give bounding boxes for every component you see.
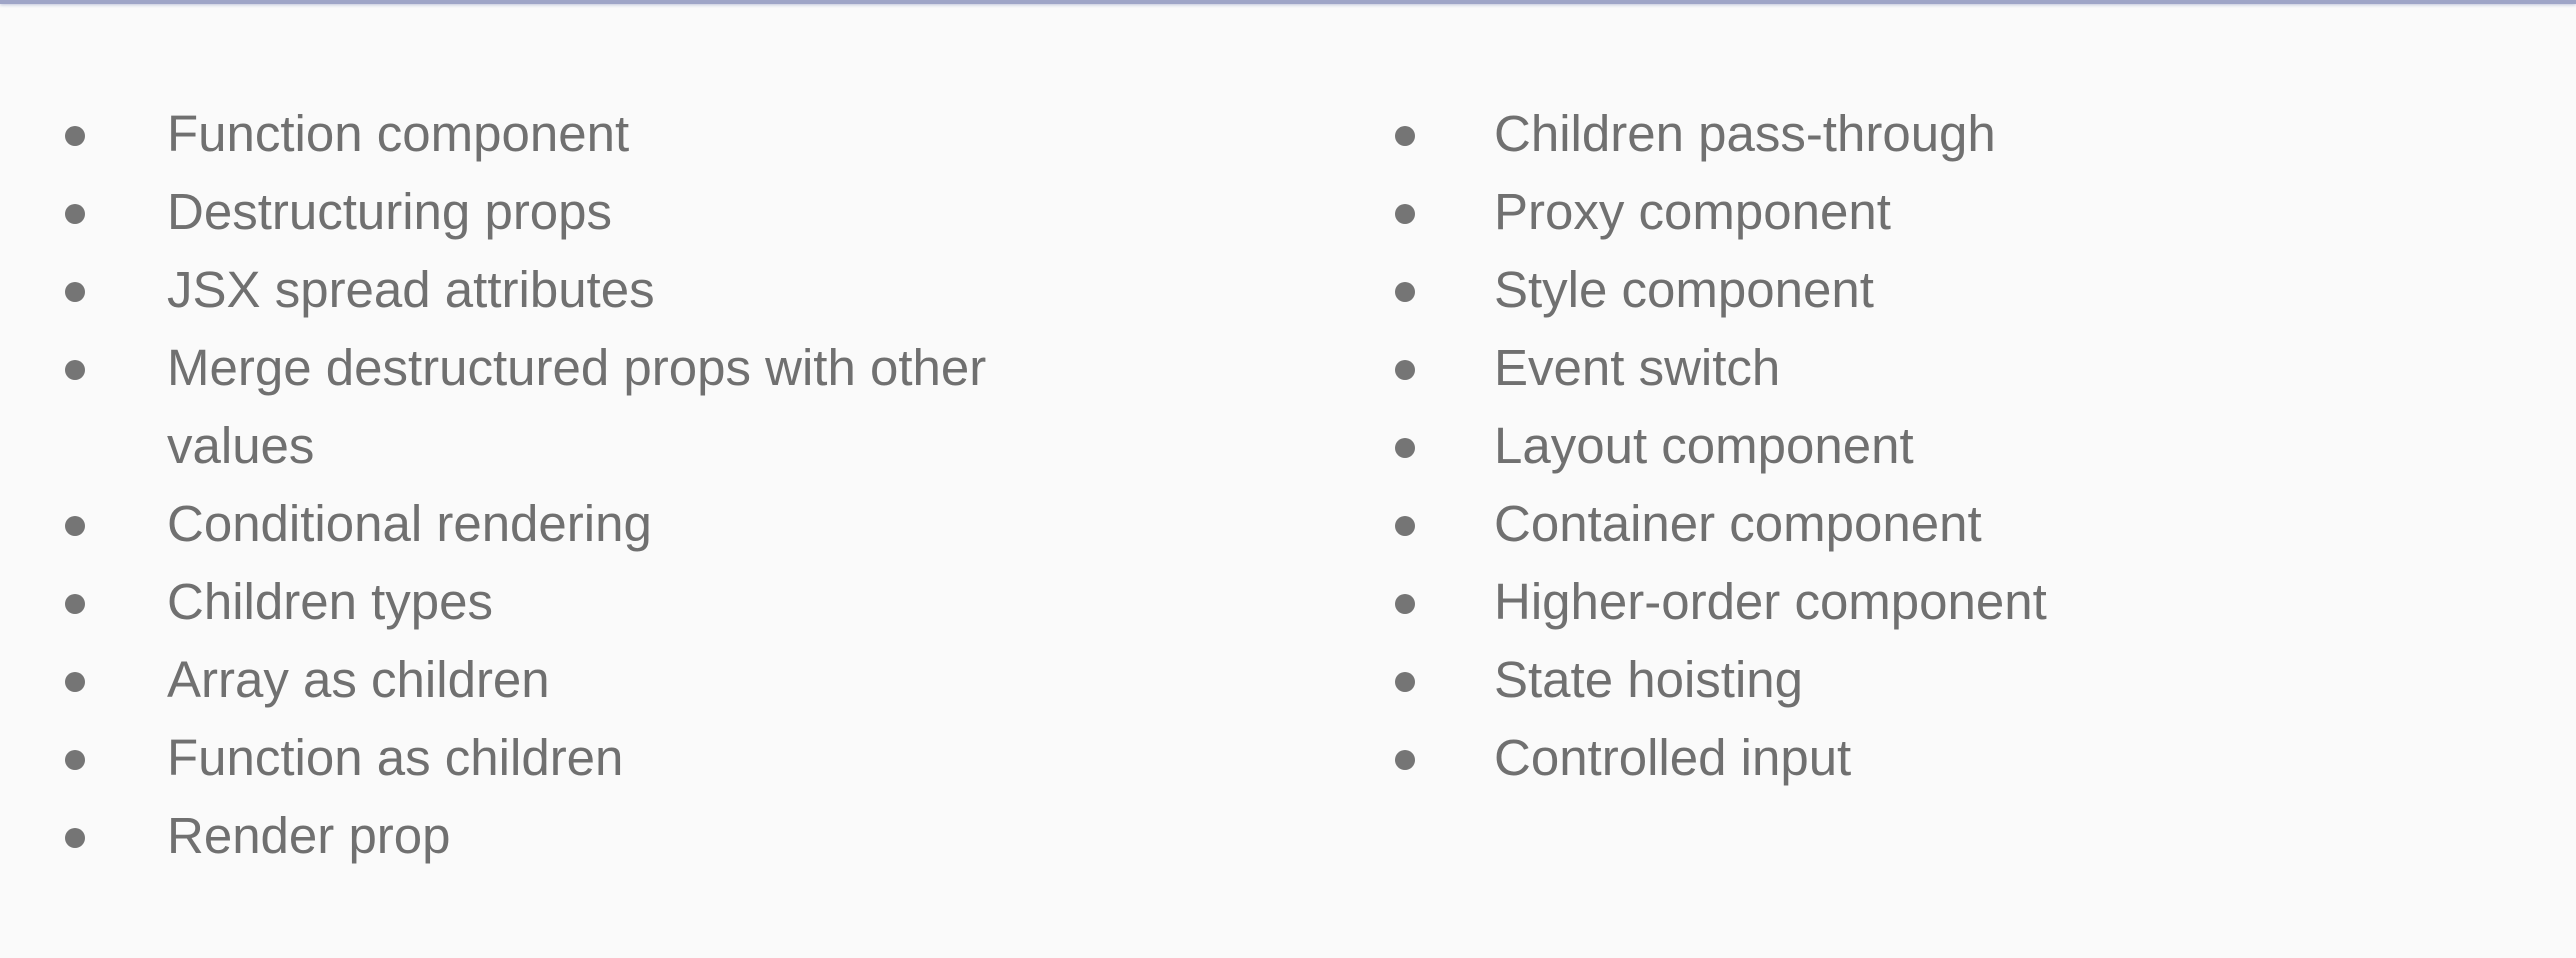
list-item: Event switch xyxy=(1327,329,2527,407)
list-item-label: Higher-order component xyxy=(1494,573,2047,630)
list-item-label: Function component xyxy=(167,105,630,162)
bullet-icon xyxy=(65,204,85,224)
list-item: JSX spread attributes xyxy=(0,251,1270,329)
list-item-label: Array as children xyxy=(167,651,550,708)
list-item: Controlled input xyxy=(1327,719,2527,797)
left-column-list: Function component Destructuring props J… xyxy=(0,95,1270,875)
bullet-icon xyxy=(65,828,85,848)
list-item: Style component xyxy=(1327,251,2527,329)
list-item-label: Controlled input xyxy=(1494,729,1852,786)
list-item: Function component xyxy=(0,95,1270,173)
bullet-icon xyxy=(1395,282,1415,302)
list-item-label: Layout component xyxy=(1494,417,1914,474)
bullet-icon xyxy=(1395,204,1415,224)
bullet-icon xyxy=(65,126,85,146)
topic-list: Function component Destructuring props J… xyxy=(0,95,2576,915)
list-item: State hoisting xyxy=(1327,641,2527,719)
list-item-label: Function as children xyxy=(167,729,624,786)
list-item: Higher-order component xyxy=(1327,563,2527,641)
list-item: Merge destructured props with other valu… xyxy=(0,329,1270,485)
list-item-label: Conditional rendering xyxy=(167,495,652,552)
list-item: Array as children xyxy=(0,641,1270,719)
bullet-icon xyxy=(1395,438,1415,458)
list-item: Destructuring props xyxy=(0,173,1270,251)
bullet-icon xyxy=(65,594,85,614)
list-item-label: Container component xyxy=(1494,495,1982,552)
bullet-icon xyxy=(1395,594,1415,614)
list-item: Container component xyxy=(1327,485,2527,563)
bullet-icon xyxy=(65,516,85,536)
list-item-label: Destructuring props xyxy=(167,183,613,240)
list-item: Render prop xyxy=(0,797,1270,875)
bullet-icon xyxy=(65,750,85,770)
list-item-label: Merge destructured props with other valu… xyxy=(167,339,987,474)
bullet-icon xyxy=(1395,516,1415,536)
list-item: Layout component xyxy=(1327,407,2527,485)
list-item: Children types xyxy=(0,563,1270,641)
bullet-icon xyxy=(1395,360,1415,380)
bullet-icon xyxy=(1395,126,1415,146)
top-border xyxy=(0,0,2576,4)
list-item-label: Style component xyxy=(1494,261,1874,318)
bullet-icon xyxy=(65,282,85,302)
list-item-label: Render prop xyxy=(167,807,451,864)
list-item-label: Proxy component xyxy=(1494,183,1891,240)
bullet-icon xyxy=(1395,750,1415,770)
list-item-label: JSX spread attributes xyxy=(167,261,655,318)
bullet-icon xyxy=(65,360,85,380)
list-item: Children pass-through xyxy=(1327,95,2527,173)
list-item-label: Children pass-through xyxy=(1494,105,1996,162)
list-item: Function as children xyxy=(0,719,1270,797)
list-item: Proxy component xyxy=(1327,173,2527,251)
list-item-label: State hoisting xyxy=(1494,651,1804,708)
bullet-icon xyxy=(65,672,85,692)
right-column-list: Children pass-through Proxy component St… xyxy=(1327,95,2527,797)
list-item-label: Children types xyxy=(167,573,493,630)
bullet-icon xyxy=(1395,672,1415,692)
list-item: Conditional rendering xyxy=(0,485,1270,563)
list-item-label: Event switch xyxy=(1494,339,1781,396)
